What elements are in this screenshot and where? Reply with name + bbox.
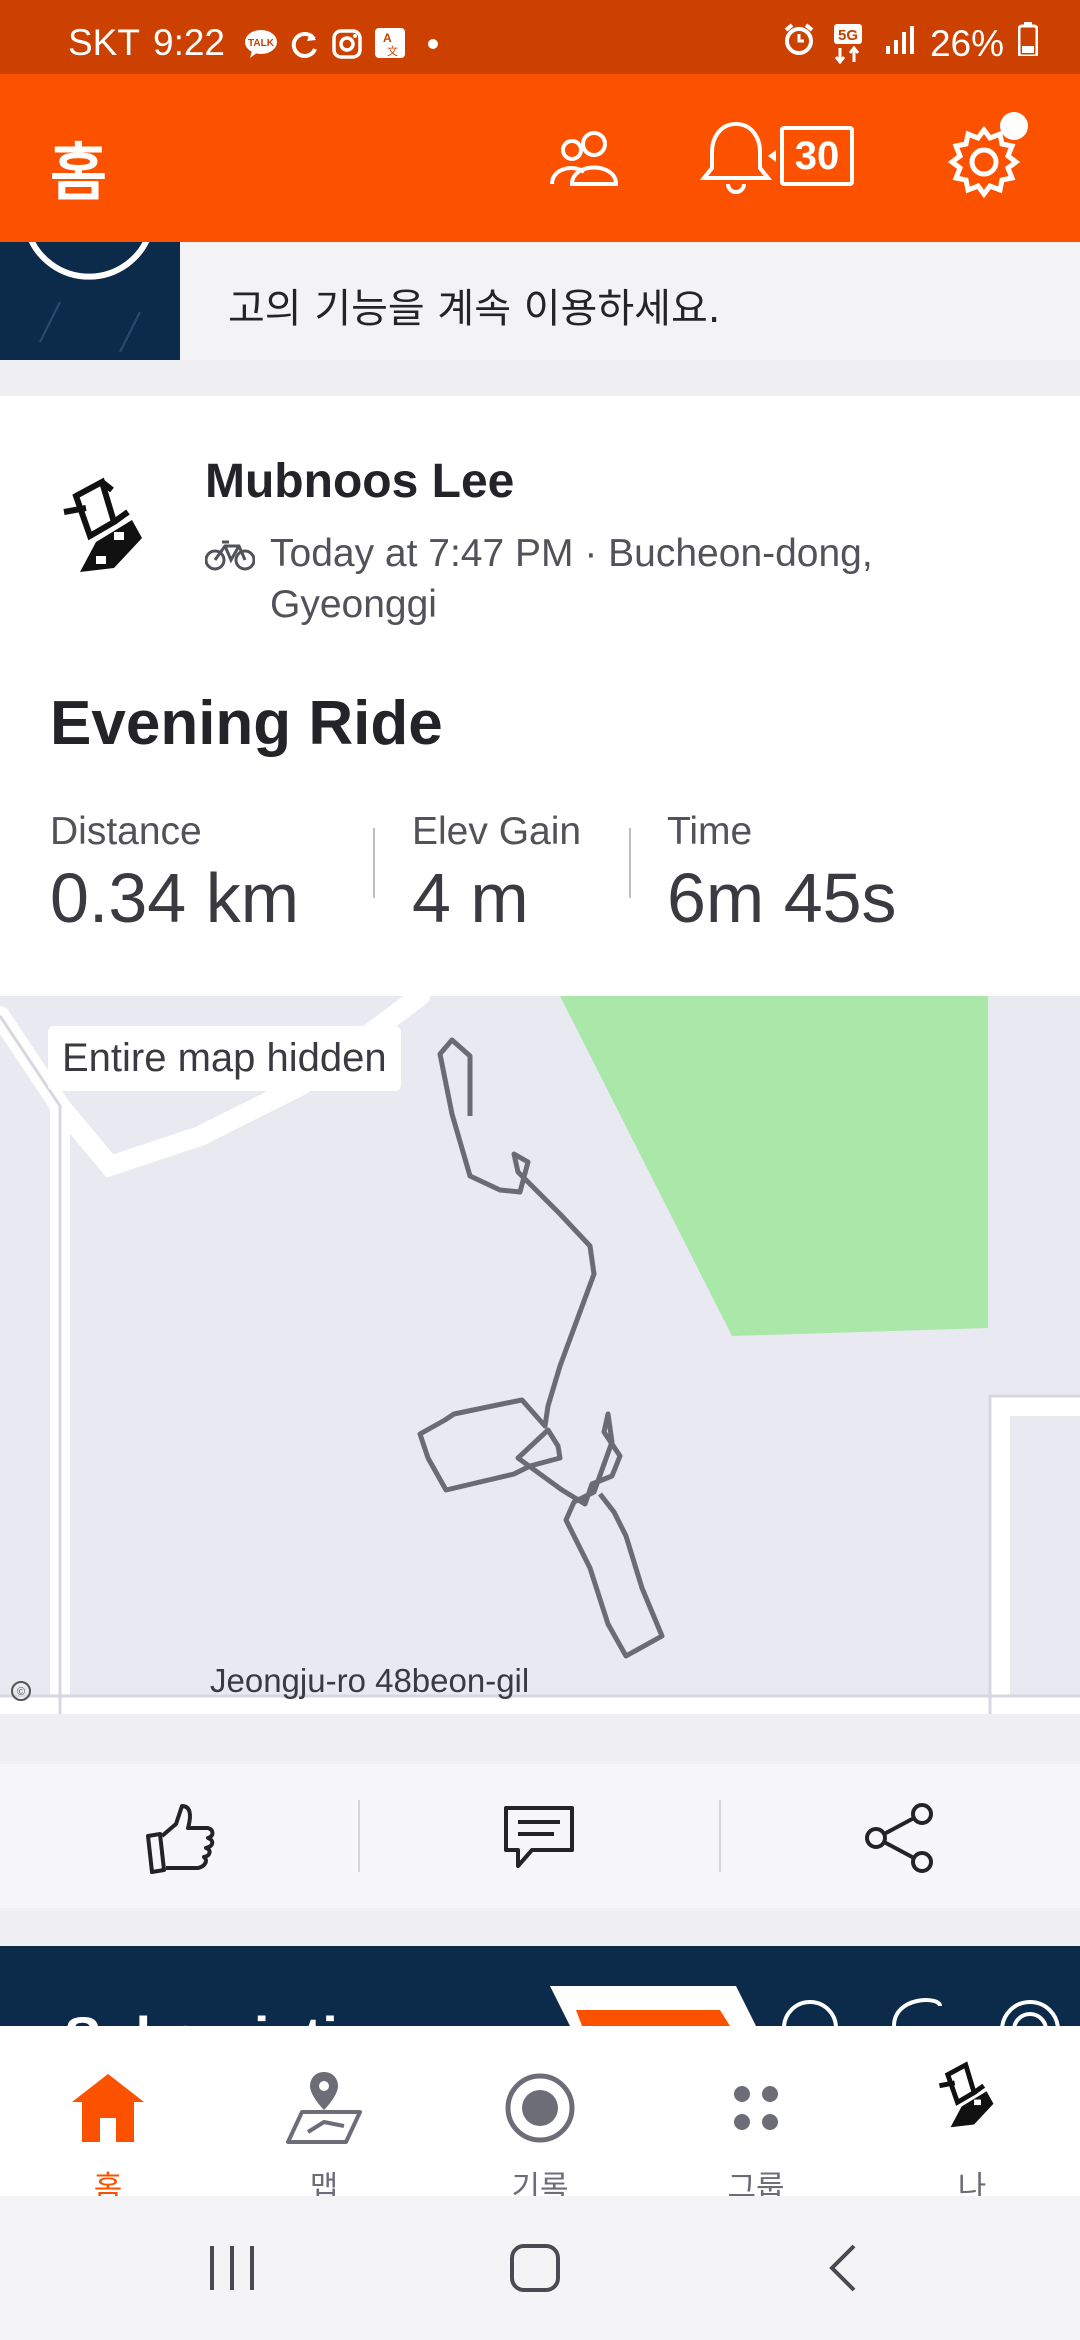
- clock: 9:22: [153, 22, 226, 63]
- sync-icon: [290, 26, 320, 68]
- status-bar: SKT 9:22 TALK A文 5G 26%: [0, 0, 1080, 74]
- comment-button[interactable]: [502, 1804, 576, 1877]
- stat-divider: [373, 828, 375, 898]
- stat-label: Elev Gain: [412, 810, 582, 853]
- record-icon: [505, 2073, 575, 2143]
- athlete-avatar[interactable]: [56, 472, 166, 607]
- street-label: Jeongju-ro 48beon-gil: [210, 1662, 530, 1699]
- carrier-label: SKT: [68, 22, 140, 63]
- banner-text: 고의 기능을 계속 이용하세요.: [228, 246, 720, 336]
- notification-count-badge[interactable]: 30: [780, 126, 854, 186]
- translate-icon: A文: [374, 26, 406, 68]
- settings-badge-dot: [1000, 112, 1028, 140]
- profile-avatar: [939, 2061, 994, 2128]
- share-button[interactable]: [862, 1800, 938, 1881]
- notifications-bell-icon[interactable]: [699, 116, 780, 201]
- nav-profile[interactable]: 나: [872, 2048, 1072, 2206]
- activity-meta: Today at 7:47 PM · Bucheon-dong, Gyeongg…: [270, 528, 1030, 630]
- page-title: 홈: [50, 136, 108, 209]
- friends-icon[interactable]: [548, 128, 620, 193]
- signal-icon: [884, 23, 916, 65]
- nav-groups[interactable]: 그룹: [656, 2048, 856, 2206]
- action-divider: [358, 1800, 360, 1872]
- stat-value: 4 m: [412, 859, 529, 937]
- stat-distance: Distance 0.34 km: [50, 810, 299, 938]
- stat-elev-gain: Elev Gain 4 m: [412, 810, 581, 938]
- svg-text:文: 文: [387, 44, 398, 58]
- action-divider: [719, 1800, 721, 1872]
- home-icon: [72, 2074, 144, 2142]
- route-line: [417, 1037, 665, 1659]
- home-system-button[interactable]: [508, 2242, 564, 2299]
- nav-home[interactable]: 홈: [8, 2048, 208, 2206]
- subscription-banner[interactable]: Subscription: [0, 1946, 1080, 2026]
- svg-text:5G: 5G: [838, 27, 858, 44]
- instagram-icon: [332, 26, 362, 68]
- back-button[interactable]: [818, 2242, 874, 2299]
- park-area: [560, 996, 988, 1336]
- stat-label: Distance: [50, 810, 202, 853]
- svg-text:A: A: [383, 31, 392, 45]
- notification-icons: TALK A文: [244, 26, 448, 68]
- svg-text:TALK: TALK: [248, 38, 275, 49]
- activity-actions: [0, 1764, 1080, 1908]
- battery-level: 26%: [929, 22, 1004, 64]
- stat-label: Time: [667, 810, 753, 853]
- battery-icon: [1017, 22, 1039, 65]
- nav-record[interactable]: 기록: [440, 2048, 640, 2206]
- alarm-icon: [782, 22, 816, 65]
- map-hidden-badge: Entire map hidden: [48, 1026, 401, 1091]
- nav-map[interactable]: 맵: [224, 2048, 424, 2206]
- activity-title[interactable]: Evening Ride: [50, 688, 443, 759]
- stat-value: 0.34 km: [50, 859, 299, 937]
- activity-location-region: Gyeonggi: [270, 583, 437, 626]
- stat-divider: [629, 828, 631, 898]
- stat-value: 6m 45s: [667, 859, 897, 937]
- system-indicators: 5G 26%: [782, 22, 1039, 65]
- system-navigation-bar: [0, 2196, 1080, 2340]
- recent-apps-button[interactable]: [204, 2242, 260, 2299]
- dot-indicator-icon: [418, 26, 448, 68]
- bike-icon: [204, 538, 256, 577]
- network-5g-icon: 5G: [830, 23, 870, 64]
- groups-icon: [734, 2086, 778, 2130]
- banner-art: [0, 242, 180, 360]
- route-map[interactable]: Entire map hidden © Jeongju-ro 48beon-gi…: [0, 996, 1080, 1714]
- bottom-navigation: 홈 맵 기록 그룹 나: [0, 2026, 1080, 2206]
- kakaotalk-icon: TALK: [244, 26, 278, 68]
- svg-text:©: ©: [17, 1686, 25, 1698]
- athlete-name[interactable]: Mubnoos Lee: [205, 454, 514, 509]
- activity-time-location: Today at 7:47 PM · Bucheon-dong,: [270, 532, 873, 575]
- kudos-button[interactable]: [142, 1800, 218, 1881]
- activity-card[interactable]: Mubnoos Lee Today at 7:47 PM · Bucheon-d…: [0, 396, 1080, 1714]
- upgrade-banner[interactable]: 고의 기능을 계속 이용하세요.: [0, 242, 1080, 360]
- banner-text-line2: 고의 기능을 계속 이용하세요.: [228, 286, 721, 332]
- app-header: 홈 30: [0, 74, 1080, 242]
- map-icon: [286, 2072, 362, 2144]
- stat-time: Time 6m 45s: [667, 810, 897, 938]
- map-attribution-icon[interactable]: ©: [10, 1680, 32, 1707]
